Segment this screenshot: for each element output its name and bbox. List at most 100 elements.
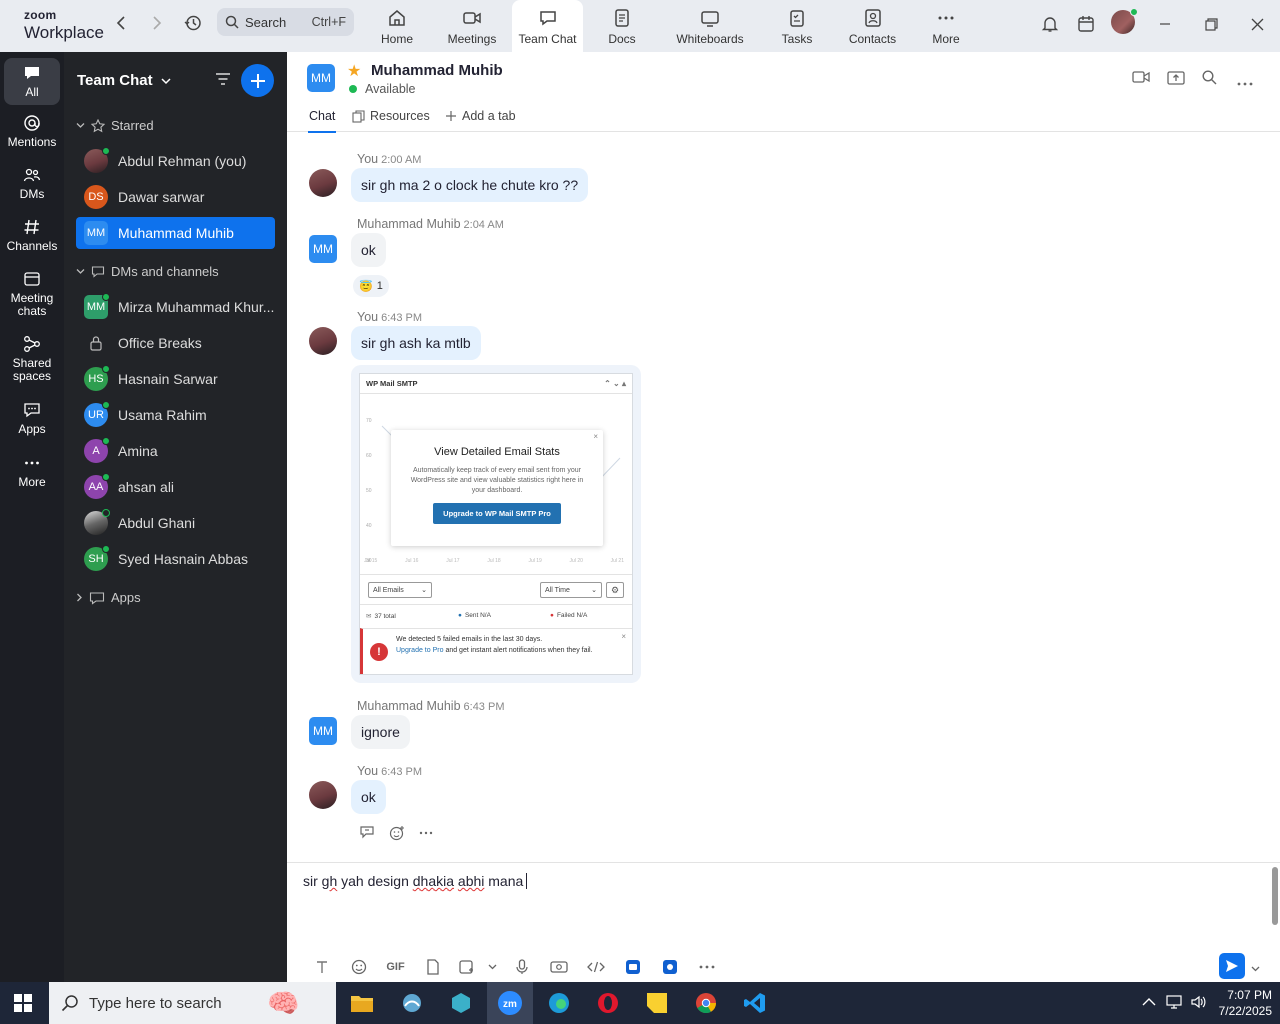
sidebar-item-mirza[interactable]: MM Mirza Muhammad Khur... <box>76 291 275 323</box>
forward-icon[interactable] <box>146 12 168 34</box>
message-bubble[interactable]: ok <box>351 233 386 267</box>
section-dms-channels[interactable]: DMs and channels <box>76 264 219 279</box>
more-options-icon[interactable] <box>419 825 433 839</box>
more-options-icon[interactable] <box>688 964 725 970</box>
contact-name[interactable]: Muhammad Muhib <box>371 62 503 79</box>
zoom-taskbar-icon[interactable]: zm <box>487 982 533 1024</box>
tab-contacts[interactable]: Contacts <box>845 0 900 52</box>
contact-avatar[interactable]: MM <box>307 64 335 92</box>
file-explorer-icon[interactable] <box>347 988 377 1018</box>
rail-item-mentions[interactable]: Mentions <box>0 114 64 149</box>
add-reaction-icon[interactable] <box>389 825 405 841</box>
message-list[interactable]: You 2:00 AM sir gh ma 2 o clock he chute … <box>287 132 1280 925</box>
app-icon-1[interactable] <box>614 959 651 975</box>
tab-whiteboards[interactable]: Whiteboards <box>672 0 748 52</box>
tab-resources[interactable]: Resources <box>352 109 430 123</box>
section-starred[interactable]: Starred <box>76 118 154 133</box>
rail-item-more[interactable]: More <box>0 454 64 489</box>
avatar[interactable] <box>309 169 337 197</box>
vscode-icon[interactable] <box>740 988 770 1018</box>
message-bubble[interactable]: ignore <box>351 715 410 749</box>
opera-icon[interactable] <box>593 988 623 1018</box>
reply-icon[interactable] <box>359 825 375 839</box>
rail-item-meeting-chats[interactable]: Meeting chats <box>0 270 64 318</box>
file-icon[interactable] <box>414 959 451 975</box>
windows-start-icon[interactable] <box>14 994 32 1017</box>
taskbar-search-box[interactable]: Type here to search 🧠 <box>49 982 336 1024</box>
avatar[interactable]: MM <box>309 235 337 263</box>
new-chat-button[interactable] <box>241 64 274 97</box>
message-composer[interactable]: sir gh yah design dhakia abhi mana GIF <box>287 862 1280 982</box>
sticky-notes-icon[interactable] <box>642 988 672 1018</box>
history-icon[interactable] <box>182 12 204 34</box>
filter-icon[interactable] <box>214 70 232 93</box>
sidebar-item-office-breaks[interactable]: Office Breaks <box>76 327 275 359</box>
message-bubble[interactable]: sir gh ash ka mtlb <box>351 326 481 360</box>
add-tab-button[interactable]: Add a tab <box>445 109 516 123</box>
sidebar-item-abdul-ghani[interactable]: Abdul Ghani <box>76 507 275 539</box>
rail-item-all[interactable]: All <box>4 58 60 105</box>
app-icon-4[interactable] <box>446 988 476 1018</box>
sidebar-title[interactable]: Team Chat <box>77 72 171 89</box>
rail-item-apps[interactable]: Apps <box>0 401 64 436</box>
sidebar-item-syed-hasnain-abbas[interactable]: SH Syed Hasnain Abbas <box>76 543 275 575</box>
bell-icon[interactable] <box>1038 12 1062 36</box>
tab-chat[interactable]: Chat <box>307 109 337 133</box>
format-text-icon[interactable] <box>303 960 340 974</box>
taskbar-clock[interactable]: 7:07 PM 7/22/2025 <box>1210 987 1272 1019</box>
avatar[interactable] <box>309 327 337 355</box>
section-apps[interactable]: Apps <box>76 590 141 605</box>
network-icon[interactable] <box>1166 994 1182 1015</box>
image-attachment[interactable]: WP Mail SMTP ⌃ ⌄ ▴ 70 60 50 40 30 Jul 15… <box>351 365 641 683</box>
back-icon[interactable] <box>110 12 132 34</box>
restore-icon[interactable] <box>1199 12 1223 36</box>
chevron-down-icon[interactable] <box>481 964 503 970</box>
tab-tasks[interactable]: Tasks <box>772 0 822 52</box>
more-options-icon[interactable] <box>1237 74 1253 92</box>
minimize-icon[interactable] <box>1153 12 1177 36</box>
send-button[interactable] <box>1219 953 1245 979</box>
sidebar-item-hasnain-sarwar[interactable]: HS Hasnain Sarwar <box>76 363 275 395</box>
search-box[interactable]: Search Ctrl+F <box>217 8 354 36</box>
video-call-icon[interactable] <box>1132 70 1150 89</box>
calendar-icon[interactable] <box>1074 12 1098 36</box>
tab-home[interactable]: Home <box>372 0 422 52</box>
tab-more[interactable]: More <box>925 0 967 52</box>
message-input[interactable]: sir gh yah design dhakia abhi mana <box>303 873 528 889</box>
rail-item-dms[interactable]: DMs <box>0 166 64 201</box>
tray-chevron-up-icon[interactable] <box>1142 994 1156 1012</box>
volume-icon[interactable] <box>1190 994 1206 1015</box>
send-options-chevron-icon[interactable] <box>1251 959 1260 977</box>
sidebar-item-muhammad-muhib[interactable]: MM Muhammad Muhib <box>76 217 275 249</box>
app-icon-2[interactable] <box>651 959 688 975</box>
sidebar-item-usama-rahim[interactable]: UR Usama Rahim <box>76 399 275 431</box>
rail-item-channels[interactable]: Channels <box>0 218 64 253</box>
avatar[interactable] <box>309 781 337 809</box>
sidebar-item-ahsan-ali[interactable]: AA ahsan ali <box>76 471 275 503</box>
reaction-chip[interactable]: 😇 1 <box>353 275 389 297</box>
gif-button[interactable]: GIF <box>377 961 414 973</box>
sidebar-item-dawar-sarwar[interactable]: DS Dawar sarwar <box>76 181 275 213</box>
screenshot-icon[interactable] <box>451 959 481 975</box>
sidebar-item-abdul-rehman[interactable]: Abdul Rehman (you) <box>76 145 275 177</box>
message-bubble[interactable]: ok <box>351 780 386 814</box>
emoji-icon[interactable] <box>340 959 377 975</box>
share-screen-icon[interactable] <box>1167 70 1185 91</box>
message-bubble[interactable]: sir gh ma 2 o clock he chute kro ?? <box>351 168 589 202</box>
app-icon-3[interactable] <box>397 988 427 1018</box>
edge-icon[interactable] <box>544 988 574 1018</box>
star-icon[interactable]: ★ <box>347 61 361 81</box>
code-snippet-icon[interactable] <box>577 961 614 973</box>
search-icon[interactable] <box>1202 70 1217 90</box>
chrome-icon[interactable] <box>691 988 721 1018</box>
video-message-icon[interactable] <box>540 960 577 974</box>
tab-team-chat[interactable]: Team Chat <box>512 0 583 52</box>
rail-item-shared-spaces[interactable]: Shared spaces <box>0 335 64 383</box>
sidebar-item-amina[interactable]: A Amina <box>76 435 275 467</box>
close-icon[interactable] <box>1245 12 1269 36</box>
microphone-icon[interactable] <box>503 959 540 975</box>
avatar[interactable]: MM <box>309 717 337 745</box>
user-avatar[interactable] <box>1111 8 1138 34</box>
tab-docs[interactable]: Docs <box>597 0 647 52</box>
tab-meetings[interactable]: Meetings <box>442 0 502 52</box>
